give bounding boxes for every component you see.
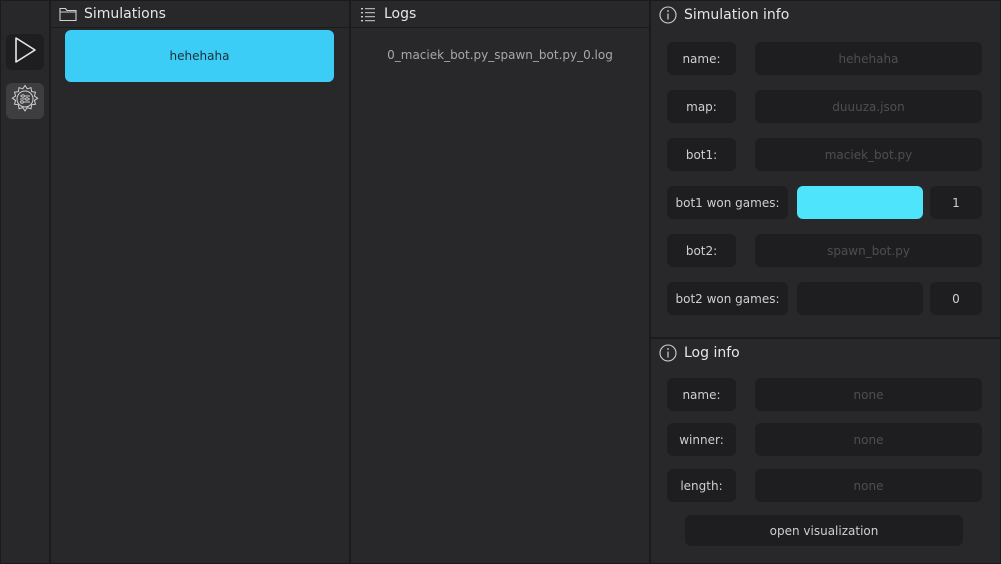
sim-name-label: name: [667, 42, 736, 75]
sim-bot1-label: bot1: [667, 138, 736, 171]
simulations-header: Simulations [51, 1, 349, 28]
sim-bot2-label: bot2: [667, 234, 736, 267]
simulation-list-item[interactable]: hehehaha [65, 30, 334, 82]
info-icon [658, 343, 678, 363]
log-length-field: none [755, 469, 982, 502]
bot2-won-count: 0 [930, 282, 982, 315]
logs-header: Logs [351, 1, 649, 28]
log-winner-label: winner: [667, 423, 736, 456]
simulation-info-title: Simulation info [684, 6, 790, 23]
log-list-item[interactable]: 0_maciek_bot.py_spawn_bot.py_0.log [351, 48, 649, 62]
left-toolbar [1, 1, 49, 563]
bot2-won-progress [797, 282, 923, 315]
simulation-item-label: hehehaha [169, 49, 230, 63]
settings-icon [9, 83, 41, 119]
simulations-title: Simulations [84, 6, 166, 22]
bot1-won-progress [797, 186, 923, 219]
bot1-won-count: 1 [930, 186, 982, 219]
logs-title: Logs [384, 6, 417, 22]
bot1-won-progress-fill [797, 186, 923, 219]
simulation-info-header: Simulation info [651, 1, 1000, 28]
open-visualization-button[interactable]: open visualization [685, 515, 963, 546]
list-icon [358, 4, 378, 24]
simulations-panel: Simulations hehehaha [51, 1, 349, 563]
log-winner-field: none [755, 423, 982, 456]
info-panel: Simulation info name: hehehaha map: duuu… [651, 1, 1000, 563]
info-icon [658, 5, 678, 25]
run-simulation-button[interactable] [6, 34, 44, 70]
sim-bot1-field: maciek_bot.py [755, 138, 982, 171]
log-info-title: Log info [684, 344, 740, 361]
bot2-won-label: bot2 won games: [667, 282, 788, 315]
sim-map-field: duuuza.json [755, 90, 982, 123]
sim-map-label: map: [667, 90, 736, 123]
sim-bot2-field: spawn_bot.py [755, 234, 982, 267]
folder-icon [58, 4, 78, 24]
bot1-won-label: bot1 won games: [667, 186, 788, 219]
log-name-label: name: [667, 378, 736, 411]
log-length-label: length: [667, 469, 736, 502]
log-info-header: Log info [651, 339, 1000, 366]
logs-panel: Logs 0_maciek_bot.py_spawn_bot.py_0.log [351, 1, 649, 563]
log-name-field: none [755, 378, 982, 411]
sim-name-field: hehehaha [755, 42, 982, 75]
settings-button[interactable] [6, 83, 44, 119]
play-icon [12, 36, 38, 68]
